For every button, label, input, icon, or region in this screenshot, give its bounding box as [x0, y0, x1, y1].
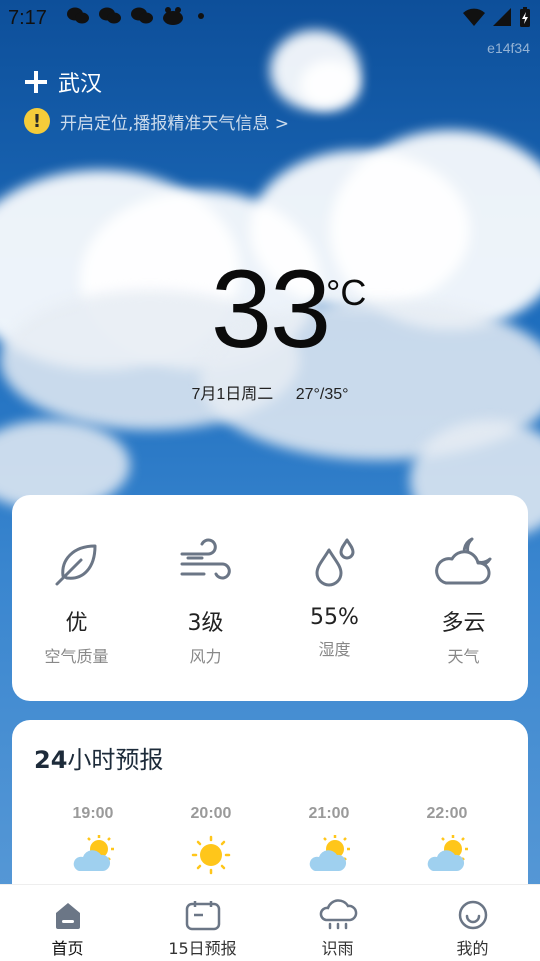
- stat-humidity[interactable]: 55% 湿度: [280, 533, 390, 660]
- location-hint[interactable]: ! 开启定位,播报精准天气信息 >: [24, 108, 289, 134]
- stat-label: 空气质量: [44, 647, 109, 666]
- nav-label: 识雨: [321, 939, 354, 958]
- partly-cloudy-icon: [73, 835, 114, 871]
- nav-home[interactable]: 首页: [8, 885, 128, 959]
- stat-value: 3级: [187, 611, 224, 636]
- hour-item[interactable]: 22:00: [388, 805, 506, 875]
- warning-icon: !: [24, 108, 50, 134]
- bottom-nav: 首页 15日预报 识雨 我的: [0, 884, 540, 961]
- home-icon: [55, 903, 80, 929]
- wechat-icon: [67, 7, 89, 24]
- nav-label: 15日预报: [168, 939, 237, 958]
- hour-time: 19:00: [72, 805, 114, 822]
- header: 武汉: [24, 66, 102, 98]
- status-bar: 7:17: [0, 0, 540, 36]
- location-hint-text[interactable]: 开启定位,播报精准天气信息 >: [60, 109, 289, 134]
- plus-icon[interactable]: [24, 70, 48, 94]
- stat-label: 风力: [189, 647, 222, 666]
- wechat-icon: [131, 7, 153, 24]
- app-icon: [163, 7, 183, 25]
- profile-icon: [458, 900, 487, 930]
- partly-cloudy-icon: [309, 835, 350, 871]
- sun-icon: [191, 835, 231, 875]
- hourly-list[interactable]: 19:00 20:00 21:00 22:00: [34, 805, 506, 875]
- stat-weather[interactable]: 多云 天气: [409, 533, 519, 667]
- hour-time: 22:00: [426, 805, 468, 822]
- build-id: e14f34: [487, 40, 530, 56]
- hour-item[interactable]: 20:00: [152, 805, 270, 875]
- signal-icon: [493, 8, 511, 26]
- temperature-range: 27°/35°: [295, 386, 349, 403]
- current-temperature: 33: [0, 255, 540, 365]
- leaf-icon: [55, 544, 96, 586]
- hour-item[interactable]: 19:00: [34, 805, 152, 875]
- weather-stats-card: 优 空气质量 3级 风力 55% 湿度 多云 天气: [12, 495, 528, 701]
- current-date: 7月1日周二: [191, 386, 274, 403]
- hourly-title: 24小时预报: [34, 746, 164, 774]
- rain-icon: [319, 899, 357, 930]
- nav-label: 首页: [51, 939, 84, 958]
- hour-time: 21:00: [308, 805, 350, 822]
- hour-item[interactable]: 21:00: [270, 805, 388, 875]
- humidity-icon: [315, 538, 354, 587]
- partly-cloudy-icon: [427, 835, 468, 871]
- nav-label: 我的: [456, 939, 489, 958]
- battery-charging-icon: [520, 7, 530, 27]
- nav-profile[interactable]: 我的: [413, 885, 533, 959]
- temperature-unit: °C: [326, 272, 367, 313]
- stat-value: 优: [65, 611, 88, 636]
- stat-label: 湿度: [318, 640, 351, 659]
- stat-label: 天气: [447, 647, 480, 666]
- date-range-row: 7月1日周二 27°/35°: [0, 380, 540, 404]
- city-name[interactable]: 武汉: [58, 66, 102, 98]
- calendar-icon: [185, 901, 220, 931]
- wind-icon: [180, 538, 231, 580]
- status-time: 7:17: [8, 7, 47, 29]
- wechat-icon: [99, 7, 121, 24]
- stat-wind[interactable]: 3级 风力: [151, 533, 261, 667]
- dot-icon: [198, 13, 204, 19]
- temperature-value: 33: [210, 248, 331, 371]
- stat-value: 多云: [441, 611, 486, 636]
- stat-air-quality[interactable]: 优 空气质量: [22, 533, 132, 667]
- stat-value: 55%: [310, 605, 359, 630]
- hour-time: 20:00: [190, 805, 232, 822]
- cloudy-moon-icon: [434, 537, 491, 585]
- nav-rain[interactable]: 识雨: [278, 885, 398, 959]
- nav-15day[interactable]: 15日预报: [143, 885, 263, 959]
- wifi-icon: [463, 8, 485, 26]
